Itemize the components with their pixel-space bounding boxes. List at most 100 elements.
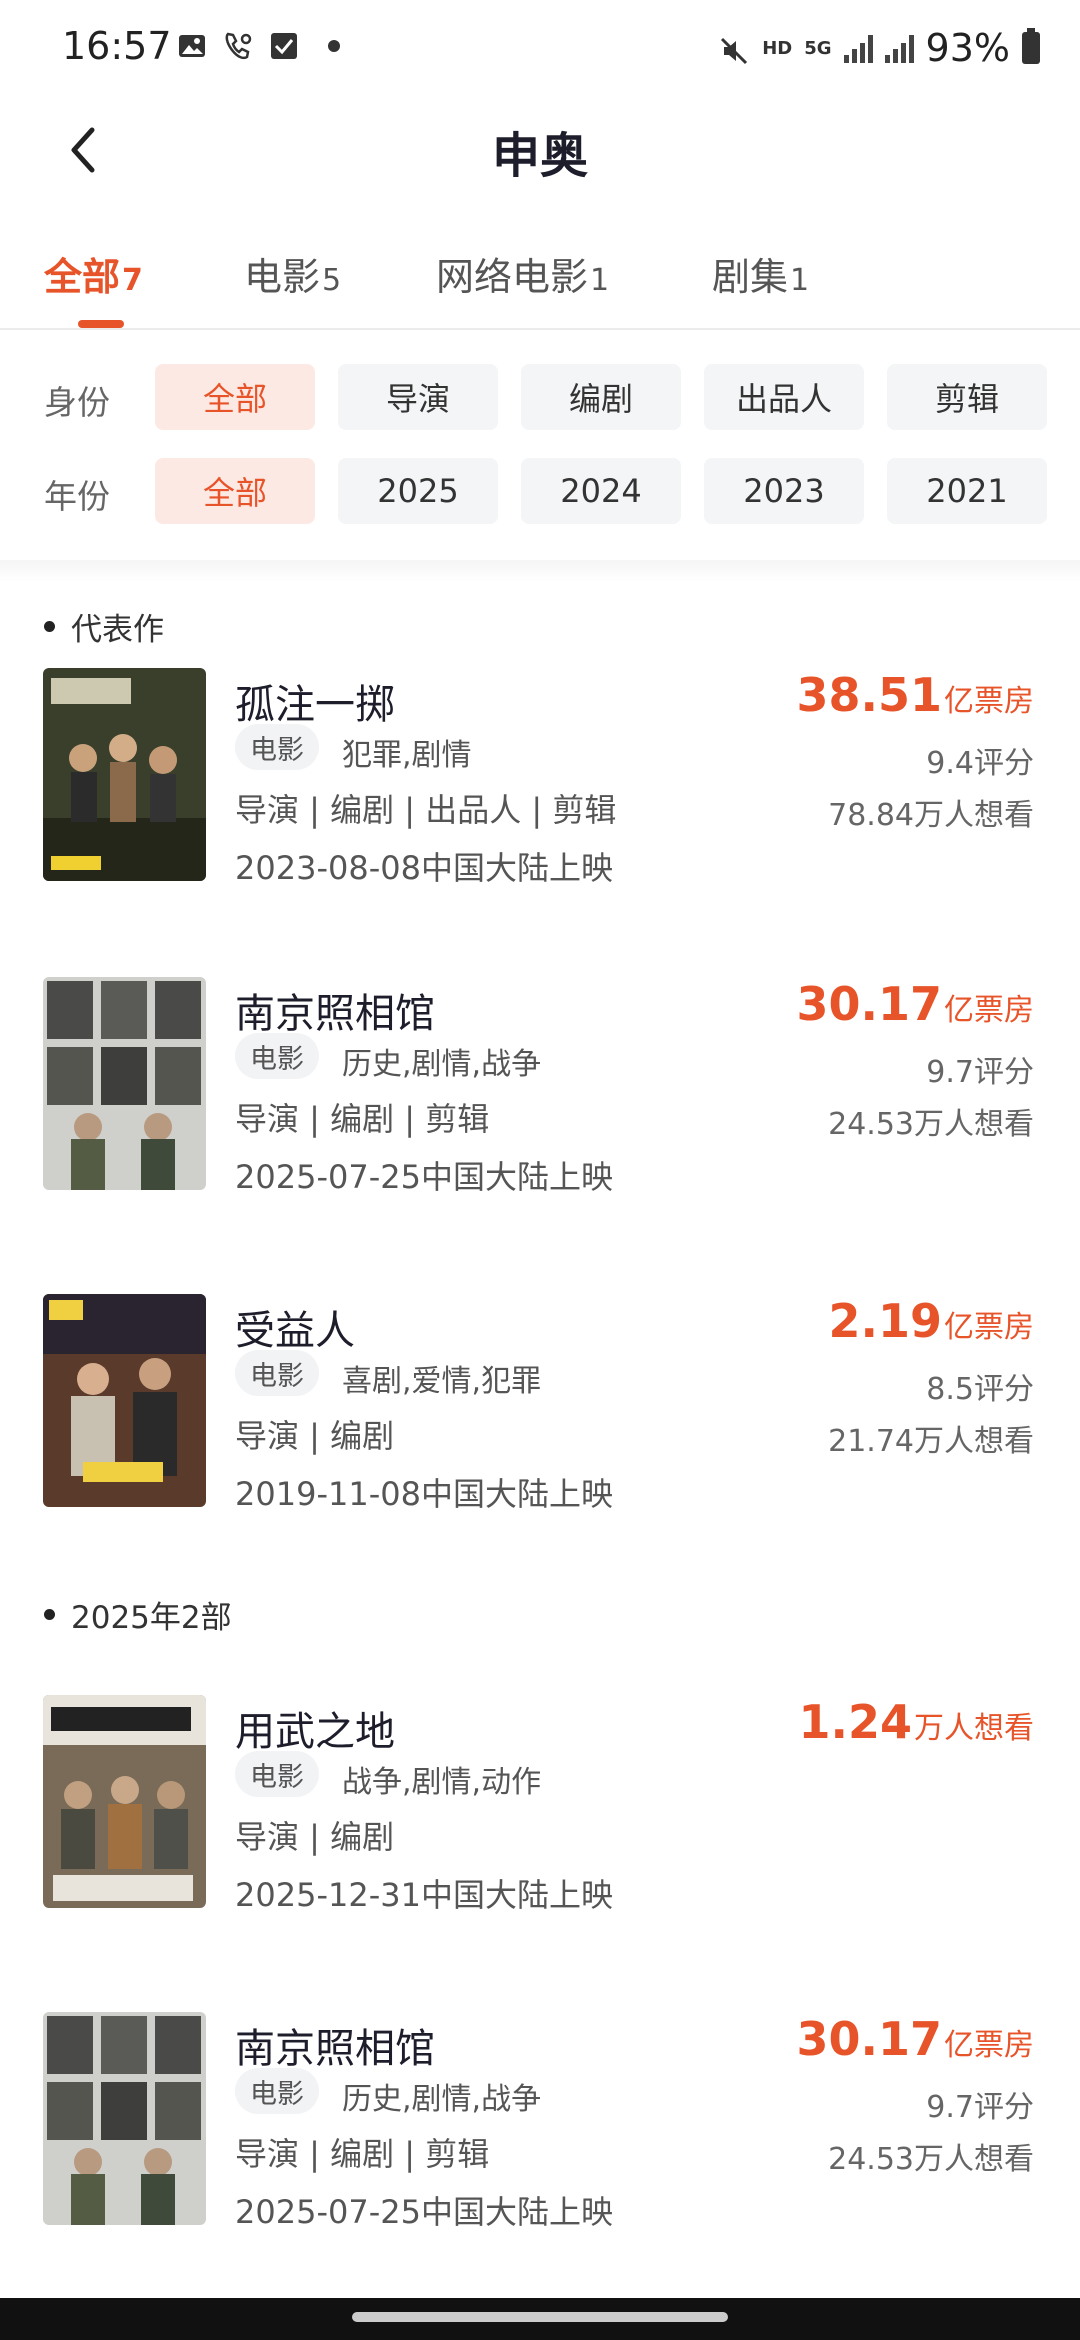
movie-genres: 战争,剧情,动作 bbox=[342, 1765, 542, 1800]
movie-want-count: 24.53万人想看 bbox=[828, 1107, 1034, 1142]
signal-icon bbox=[843, 33, 873, 63]
movie-item[interactable]: 用武之地 电影 战争,剧情,动作 导演 | 编剧 2025-12-31中国大陆上… bbox=[0, 1695, 1080, 1915]
notification-icons bbox=[176, 30, 340, 62]
tab-label: 电影 bbox=[244, 255, 321, 299]
tab-count: 1 bbox=[590, 263, 610, 298]
movie-item[interactable]: 南京照相馆 电影 历史,剧情,战争 导演 | 编剧 | 剪辑 2025-07-2… bbox=[0, 977, 1080, 1197]
movie-poster[interactable] bbox=[43, 2012, 206, 2225]
tab-web-movies[interactable]: 网络电影1 bbox=[436, 246, 609, 301]
movie-poster[interactable] bbox=[43, 1695, 206, 1908]
box-office-value: 38.51 bbox=[796, 668, 942, 722]
filter-label: 年份 bbox=[44, 477, 110, 516]
tab-label: 全部 bbox=[44, 255, 121, 299]
section-title-text: 2025年2部 bbox=[71, 1600, 232, 1636]
movie-poster[interactable] bbox=[43, 1294, 206, 1507]
box-office-value: 2.19 bbox=[828, 1294, 943, 1348]
filter-chip-year[interactable]: 2023 bbox=[704, 458, 864, 524]
box-office-value: 30.17 bbox=[796, 2012, 942, 2066]
hd-indicator: HD bbox=[762, 37, 793, 59]
active-tab-indicator bbox=[78, 320, 124, 328]
movie-roles: 导演 | 编剧 | 剪辑 bbox=[235, 1100, 490, 1138]
movie-box-office: 2.19亿票房 bbox=[829, 1294, 1035, 1348]
movie-title: 受益人 bbox=[235, 1308, 355, 1354]
tab-label: 剧集 bbox=[712, 255, 789, 299]
bullet-icon bbox=[44, 621, 55, 632]
movie-roles: 导演 | 编剧 | 出品人 | 剪辑 bbox=[235, 791, 617, 829]
status-bar: 16:57 HD 5G 93% bbox=[0, 0, 1080, 100]
movie-genres: 喜剧,爱情,犯罪 bbox=[342, 1364, 542, 1399]
want-value: 1.24 bbox=[798, 1695, 913, 1749]
movie-release: 2019-11-08中国大陆上映 bbox=[235, 1475, 613, 1513]
movie-want-count: 21.74万人想看 bbox=[828, 1424, 1034, 1459]
mute-icon bbox=[718, 32, 750, 65]
filter-chip-writer[interactable]: 编剧 bbox=[521, 364, 681, 430]
movie-box-office: 30.17亿票房 bbox=[796, 977, 1034, 1031]
battery-percent: 93% bbox=[925, 26, 1010, 70]
system-nav-bar bbox=[0, 2298, 1080, 2340]
movie-score: 8.5评分 bbox=[926, 1372, 1034, 1407]
movie-release: 2025-07-25中国大陆上映 bbox=[235, 2193, 613, 2231]
filter-chip-producer[interactable]: 出品人 bbox=[704, 364, 864, 430]
movie-title: 南京照相馆 bbox=[235, 991, 435, 1037]
movie-type-tag: 电影 bbox=[235, 1350, 319, 1396]
tab-count: 7 bbox=[122, 263, 143, 298]
box-office-value: 30.17 bbox=[796, 977, 942, 1031]
filter-chip-all[interactable]: 全部 bbox=[155, 364, 315, 430]
tab-count: 1 bbox=[790, 263, 810, 298]
movie-score: 9.4评分 bbox=[926, 746, 1034, 781]
movie-title: 用武之地 bbox=[235, 1709, 395, 1755]
movie-type-tag: 电影 bbox=[235, 2068, 319, 2114]
filter-chip-director[interactable]: 导演 bbox=[338, 364, 498, 430]
gallery-icon bbox=[176, 30, 208, 62]
home-indicator[interactable] bbox=[352, 2312, 728, 2322]
divider bbox=[0, 560, 1080, 582]
status-time: 16:57 bbox=[62, 24, 172, 68]
movie-poster[interactable] bbox=[43, 668, 206, 881]
want-unit: 万人想看 bbox=[914, 1711, 1034, 1746]
movie-genres: 犯罪,剧情 bbox=[342, 738, 472, 773]
box-office-unit: 亿票房 bbox=[944, 993, 1034, 1028]
filter-panel: 身份 全部 导演 编剧 出品人 剪辑 年份 全部 2025 2024 2023 … bbox=[0, 332, 1080, 560]
filter-chip-year[interactable]: 2024 bbox=[521, 458, 681, 524]
system-icons: HD 5G 93% bbox=[718, 26, 1040, 70]
movie-release: 2025-07-25中国大陆上映 bbox=[235, 1158, 613, 1196]
battery-icon bbox=[1022, 28, 1040, 64]
movie-score: 9.7评分 bbox=[926, 1055, 1034, 1090]
movie-box-office: 38.51亿票房 bbox=[796, 668, 1034, 722]
movie-genres: 历史,剧情,战争 bbox=[342, 1047, 542, 1082]
movie-genres: 历史,剧情,战争 bbox=[342, 2082, 542, 2117]
tab-label: 网络电影 bbox=[436, 255, 589, 299]
section-title: 2025年2部 bbox=[44, 1592, 232, 1637]
category-tabs: 全部7 电影5 网络电影1 剧集1 bbox=[0, 230, 1080, 330]
movie-release: 2025-12-31中国大陆上映 bbox=[235, 1876, 613, 1914]
section-title-text: 代表作 bbox=[71, 612, 164, 648]
movie-item[interactable]: 孤注一掷 电影 犯罪,剧情 导演 | 编剧 | 出品人 | 剪辑 2023-08… bbox=[0, 668, 1080, 888]
signal-icon-2 bbox=[884, 33, 914, 63]
movie-item[interactable]: 南京照相馆 电影 历史,剧情,战争 导演 | 编剧 | 剪辑 2025-07-2… bbox=[0, 2012, 1080, 2232]
movie-box-office: 30.17亿票房 bbox=[796, 2012, 1034, 2066]
movie-want-count: 24.53万人想看 bbox=[828, 2142, 1034, 2177]
tab-series[interactable]: 剧集1 bbox=[712, 246, 809, 301]
box-office-unit: 亿票房 bbox=[944, 1310, 1034, 1345]
filter-chip-year-all[interactable]: 全部 bbox=[155, 458, 315, 524]
movie-score: 9.7评分 bbox=[926, 2090, 1034, 2125]
network-type: 5G bbox=[804, 37, 832, 59]
filter-row-year: 年份 全部 2025 2024 2023 2021 bbox=[0, 458, 1080, 524]
movie-type-tag: 电影 bbox=[235, 1033, 319, 1079]
filter-row-identity: 身份 全部 导演 编剧 出品人 剪辑 bbox=[0, 364, 1080, 430]
call-location-icon bbox=[222, 30, 254, 62]
movie-want-count: 78.84万人想看 bbox=[828, 798, 1034, 833]
movie-poster[interactable] bbox=[43, 977, 206, 1190]
tab-movies[interactable]: 电影5 bbox=[244, 246, 341, 301]
filter-chip-editor[interactable]: 剪辑 bbox=[887, 364, 1047, 430]
filter-chip-year[interactable]: 2025 bbox=[338, 458, 498, 524]
checkbox-icon bbox=[268, 30, 300, 62]
header: 申奥 bbox=[0, 100, 1080, 200]
movie-release: 2023-08-08中国大陆上映 bbox=[235, 849, 613, 887]
movie-item[interactable]: 受益人 电影 喜剧,爱情,犯罪 导演 | 编剧 2019-11-08中国大陆上映… bbox=[0, 1294, 1080, 1514]
tab-all[interactable]: 全部7 bbox=[44, 246, 143, 301]
filter-chip-year[interactable]: 2021 bbox=[887, 458, 1047, 524]
more-notifications-dot bbox=[328, 40, 340, 52]
movie-roles: 导演 | 编剧 bbox=[235, 1417, 395, 1455]
movie-want-stat: 1.24万人想看 bbox=[799, 1695, 1035, 1749]
